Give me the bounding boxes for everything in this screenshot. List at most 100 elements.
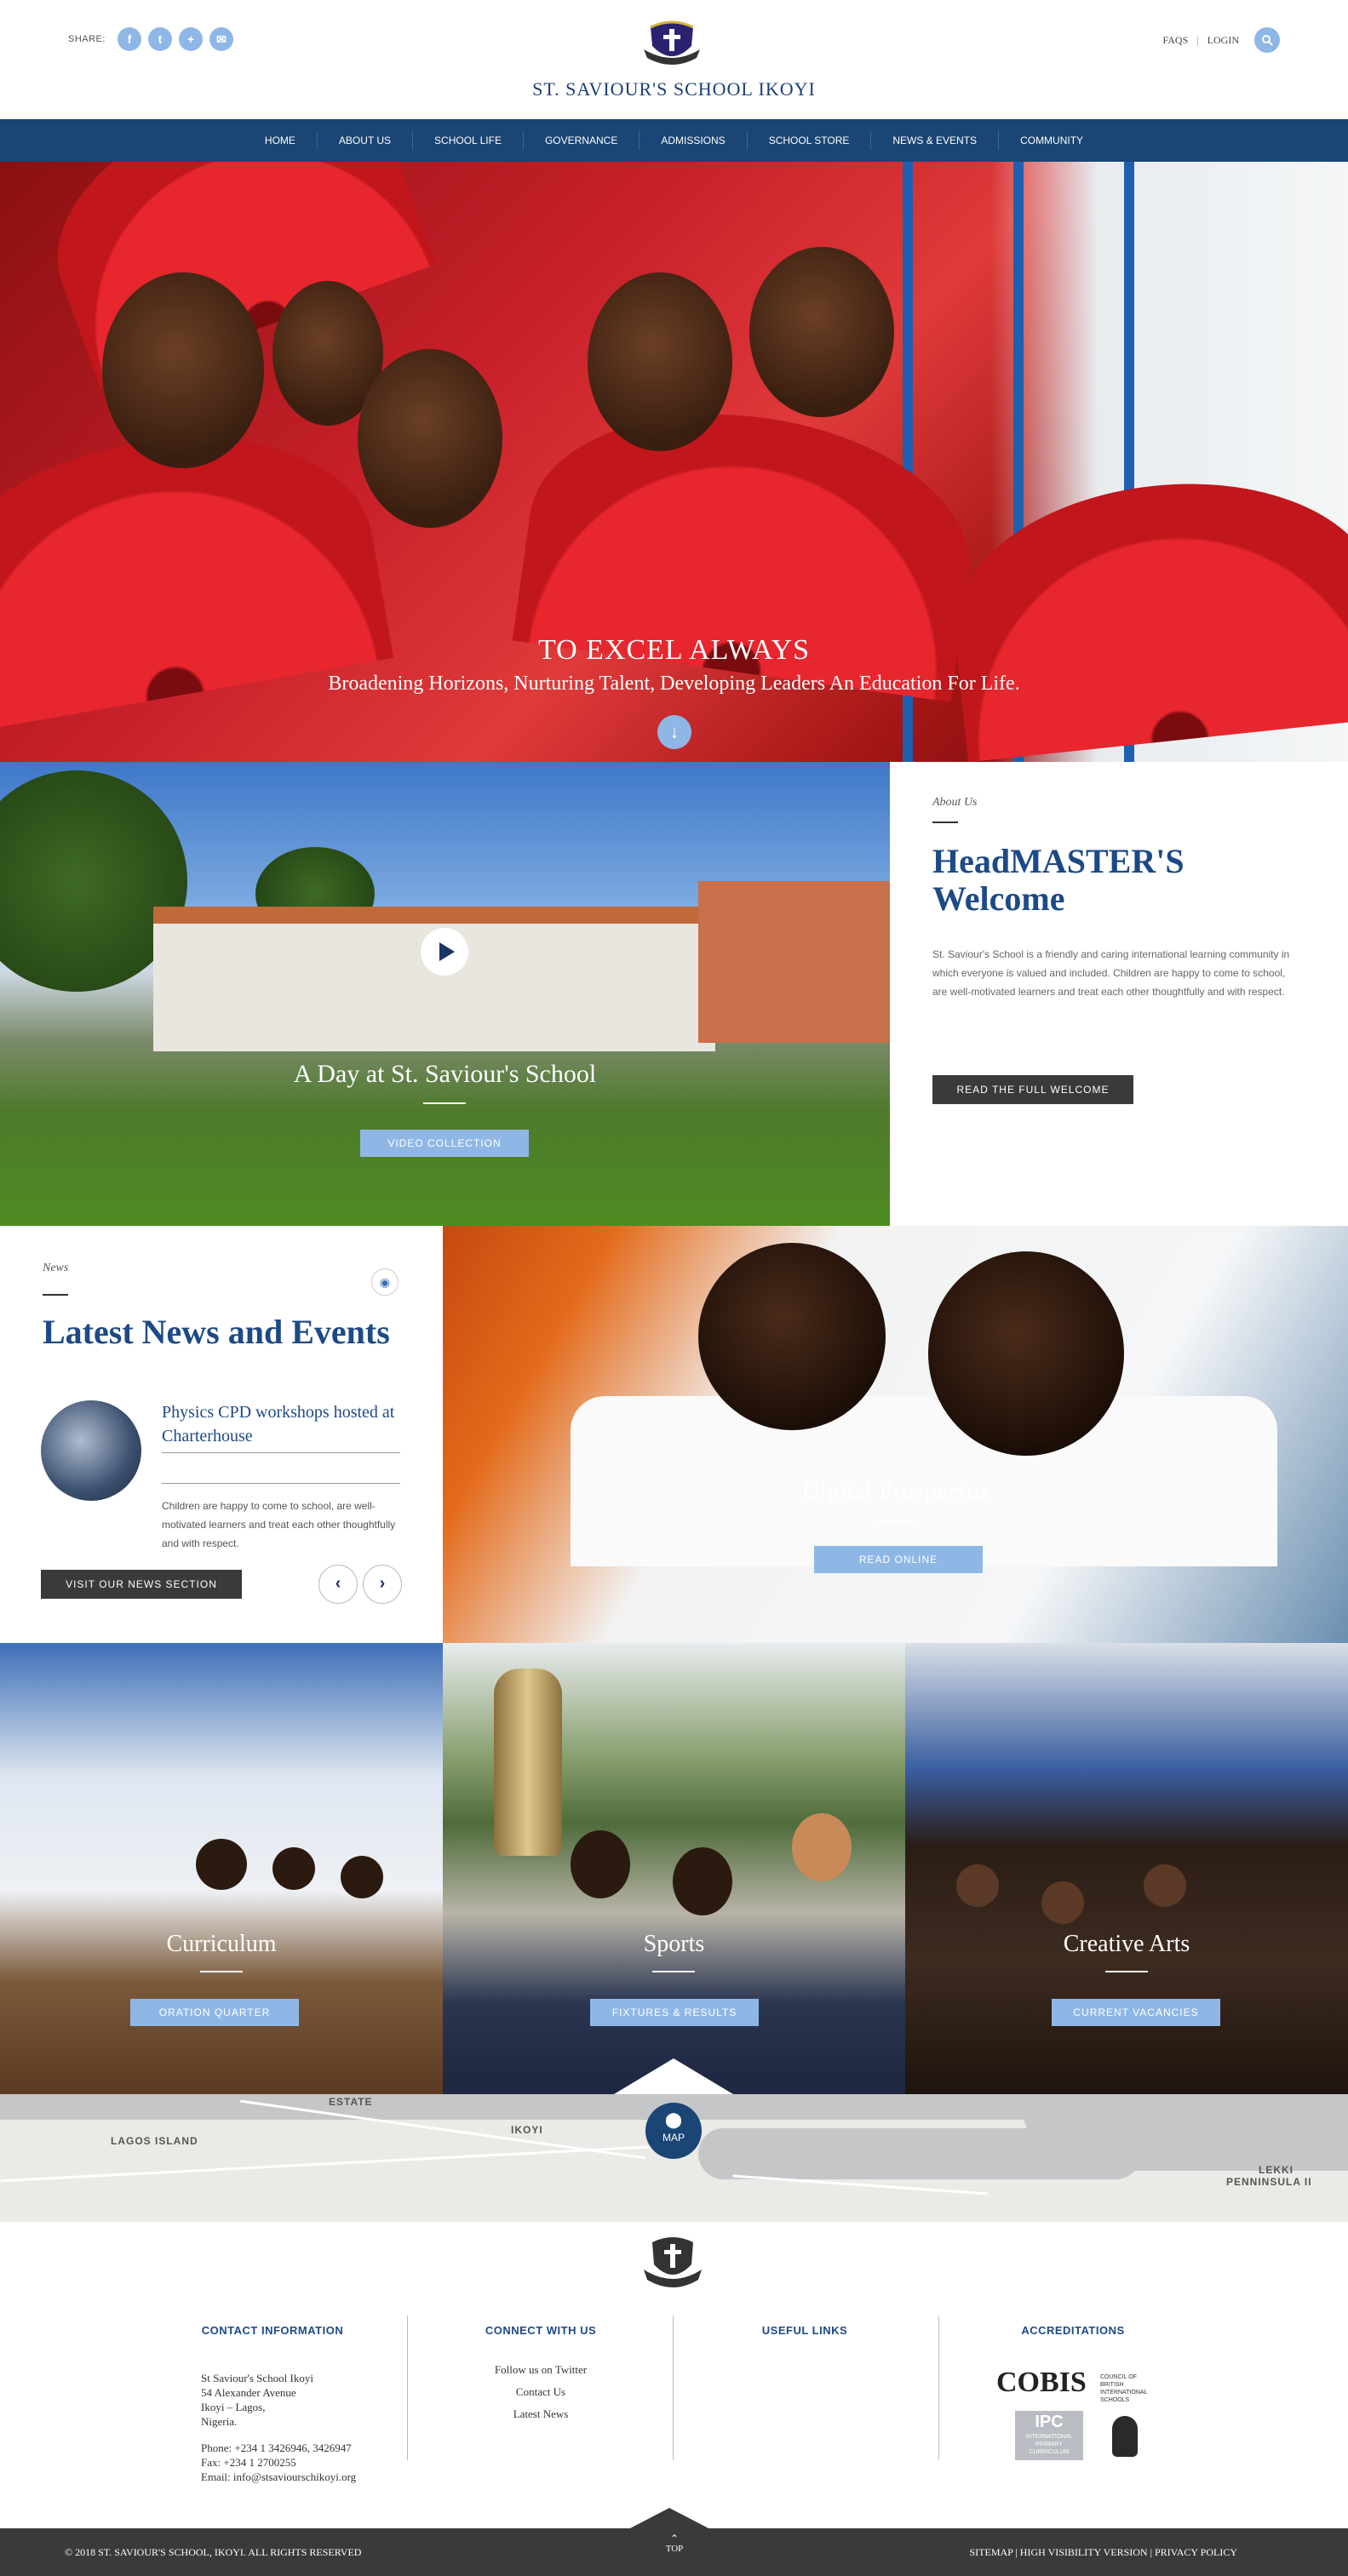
nav-community[interactable]: COMMUNITY <box>999 131 1104 150</box>
curriculum-title: Curriculum <box>166 1931 277 1957</box>
email-link[interactable]: Email: info@stsaviourschikoyi.org <box>201 2470 356 2484</box>
map-label: LEKKI <box>1259 2164 1294 2176</box>
fixtures-results-button[interactable]: FIXTURES & RESULTS <box>590 1999 759 2026</box>
ipc-logo[interactable]: IPC INTERNATIONAL PRIMARY CURRICULUM <box>1015 2411 1083 2460</box>
arrow-down-icon[interactable]: ↓ <box>657 715 691 749</box>
contact-link[interactable]: Contact Us <box>443 2381 639 2403</box>
nav-home[interactable]: HOME <box>244 131 318 150</box>
connect-heading: CONNECT WITH US <box>485 2324 597 2337</box>
email-icon[interactable]: ✉ <box>209 27 233 51</box>
nav-school-store[interactable]: SCHOOL STORE <box>748 131 872 150</box>
student-head <box>928 1251 1124 1456</box>
share-bar: SHARE: f t + ✉ <box>68 27 233 51</box>
twitter-icon[interactable]: t <box>147 27 172 51</box>
map-pin-button[interactable]: ⬤ MAP <box>645 2103 702 2159</box>
connect-column: CONNECT WITH US Follow us on Twitter Con… <box>443 2324 639 2425</box>
faqs-link[interactable]: FAQS <box>1162 34 1188 47</box>
rss-icon[interactable]: ◉ <box>371 1268 399 1296</box>
school-name[interactable]: ST. SAVIOUR'S SCHOOL IKOYI <box>0 78 1348 100</box>
divider <box>652 1971 695 1972</box>
login-link[interactable]: LOGIN <box>1207 34 1239 47</box>
accreditations-column: ACCREDITATIONS <box>971 2324 1175 2337</box>
about-panel: About Us HeadMASTER'S Welcome St. Saviou… <box>890 762 1348 1226</box>
ipc-wordmark: IPC <box>1035 2413 1064 2431</box>
current-vacancies-button[interactable]: CURRENT VACANCIES <box>1052 1999 1220 2026</box>
top-label: TOP <box>665 2544 684 2554</box>
chevron-up-icon: ⌃ <box>669 2533 680 2545</box>
map-label: ESTATE <box>329 2096 373 2108</box>
play-icon[interactable] <box>421 928 468 976</box>
map-pin-icon: ⬤ <box>664 2111 683 2128</box>
crowd-figure <box>956 1864 999 1907</box>
school-building <box>698 881 890 1043</box>
nav-governance[interactable]: GOVERNANCE <box>524 131 640 150</box>
column-divider <box>938 2316 939 2460</box>
twitter-link[interactable]: Follow us on Twitter <box>443 2359 639 2381</box>
nav-school-life[interactable]: SCHOOL LIFE <box>413 131 524 150</box>
trophy-shape <box>494 1669 562 1856</box>
fax-text: Fax: +234 1 2700255 <box>201 2456 296 2469</box>
accreditations-heading: ACCREDITATIONS <box>1021 2324 1125 2337</box>
footer-crest-logo[interactable] <box>640 2232 705 2295</box>
divider <box>932 821 958 823</box>
divider <box>43 1294 68 1296</box>
prospectus-title: Digital Prospectus <box>801 1477 989 1505</box>
contact-address: St Saviour's School Ikoyi 54 Alexander A… <box>201 2371 356 2484</box>
back-to-top[interactable]: ⌃ TOP <box>657 2533 691 2554</box>
news-item-title[interactable]: Physics CPD workshops hosted at Charterh… <box>162 1400 400 1448</box>
divider <box>162 1452 400 1453</box>
about-text: St. Saviour's School is a friendly and c… <box>932 948 1290 998</box>
visit-news-button[interactable]: VISIT OUR NEWS SECTION <box>41 1570 242 1599</box>
hero-child <box>102 272 264 468</box>
news-thumbnail[interactable] <box>41 1400 141 1501</box>
copyright-text: © 2018 ST. SAVIOUR'S SCHOOL, IKOYI. ALL … <box>65 2546 362 2558</box>
crowd-figure <box>1144 1864 1186 1907</box>
cobis-logo[interactable]: COBIS COUNCIL OF BRITISH INTERNATIONAL S… <box>996 2367 1167 2403</box>
main-nav: HOME ABOUT US SCHOOL LIFE GOVERNANCE ADM… <box>0 119 1348 162</box>
read-online-button[interactable]: READ ONLINE <box>814 1546 983 1573</box>
map-water <box>1022 2094 1348 2171</box>
address-line: Ikoyi – Lagos, <box>201 2401 266 2413</box>
search-icon[interactable] <box>1254 27 1280 53</box>
student-head <box>698 1243 886 1430</box>
latest-news-link[interactable]: Latest News <box>443 2403 639 2425</box>
school-building <box>153 907 715 1051</box>
read-welcome-button[interactable]: READ THE FULL WELCOME <box>932 1075 1133 1104</box>
crowd-figure <box>1041 1881 1084 1924</box>
divider <box>874 1520 916 1521</box>
footer-links[interactable]: SITEMAP | HIGH VISIBILITY VERSION | PRIV… <box>970 2546 1238 2559</box>
crowd-figure <box>272 1847 315 1890</box>
site-footer: CONTACT INFORMATION St Saviour's School … <box>0 2222 1348 2528</box>
bottom-bar: © 2018 ST. SAVIOUR'S SCHOOL, IKOYI. ALL … <box>0 2528 1348 2576</box>
contact-heading: CONTACT INFORMATION <box>201 2324 344 2337</box>
chevron-left-icon[interactable]: ‹ <box>318 1565 358 1604</box>
top-links: FAQS | LOGIN <box>1162 27 1280 53</box>
ipc-subtitle: INTERNATIONAL PRIMARY CURRICULUM <box>1025 2434 1073 2455</box>
news-panel: News ◉ Latest News and Events Physics CP… <box>0 1226 443 1643</box>
contact-column: CONTACT INFORMATION <box>170 2324 375 2337</box>
phone-text: Phone: +234 1 3426946, 3426947 <box>201 2441 352 2454</box>
hero-banner: TO EXCEL ALWAYS Broadening Horizons, Nur… <box>0 162 1348 762</box>
creative-arts-title: Creative Arts <box>1063 1931 1190 1957</box>
divider <box>200 1971 243 1972</box>
about-heading: HeadMASTER'S Welcome <box>932 842 1185 918</box>
nav-about-us[interactable]: ABOUT US <box>318 131 414 150</box>
share-label: SHARE: <box>68 34 106 44</box>
accreditation-badge-icon[interactable] <box>1112 2416 1138 2457</box>
oration-quarter-button[interactable]: ORATION QUARTER <box>130 1999 299 2026</box>
nav-admissions[interactable]: ADMISSIONS <box>640 131 748 150</box>
player-figure <box>792 1813 852 1881</box>
useful-links-heading: USEFUL LINKS <box>761 2324 848 2337</box>
facebook-icon[interactable]: f <box>117 27 141 51</box>
crowd-figure <box>341 1856 383 1898</box>
school-crest-logo[interactable] <box>640 15 703 68</box>
map-button-label: MAP <box>662 2132 685 2144</box>
sports-tile: Sports FIXTURES & RESULTS <box>443 1643 905 2094</box>
plus-icon[interactable]: + <box>178 27 203 51</box>
video-collection-button[interactable]: VIDEO COLLECTION <box>360 1130 529 1157</box>
map-label: LAGOS ISLAND <box>111 2135 198 2147</box>
map-notch <box>614 2058 733 2094</box>
nav-news-events[interactable]: NEWS & EVENTS <box>871 131 1000 150</box>
map-label: IKOYI <box>511 2124 543 2136</box>
chevron-right-icon[interactable]: › <box>363 1565 402 1604</box>
